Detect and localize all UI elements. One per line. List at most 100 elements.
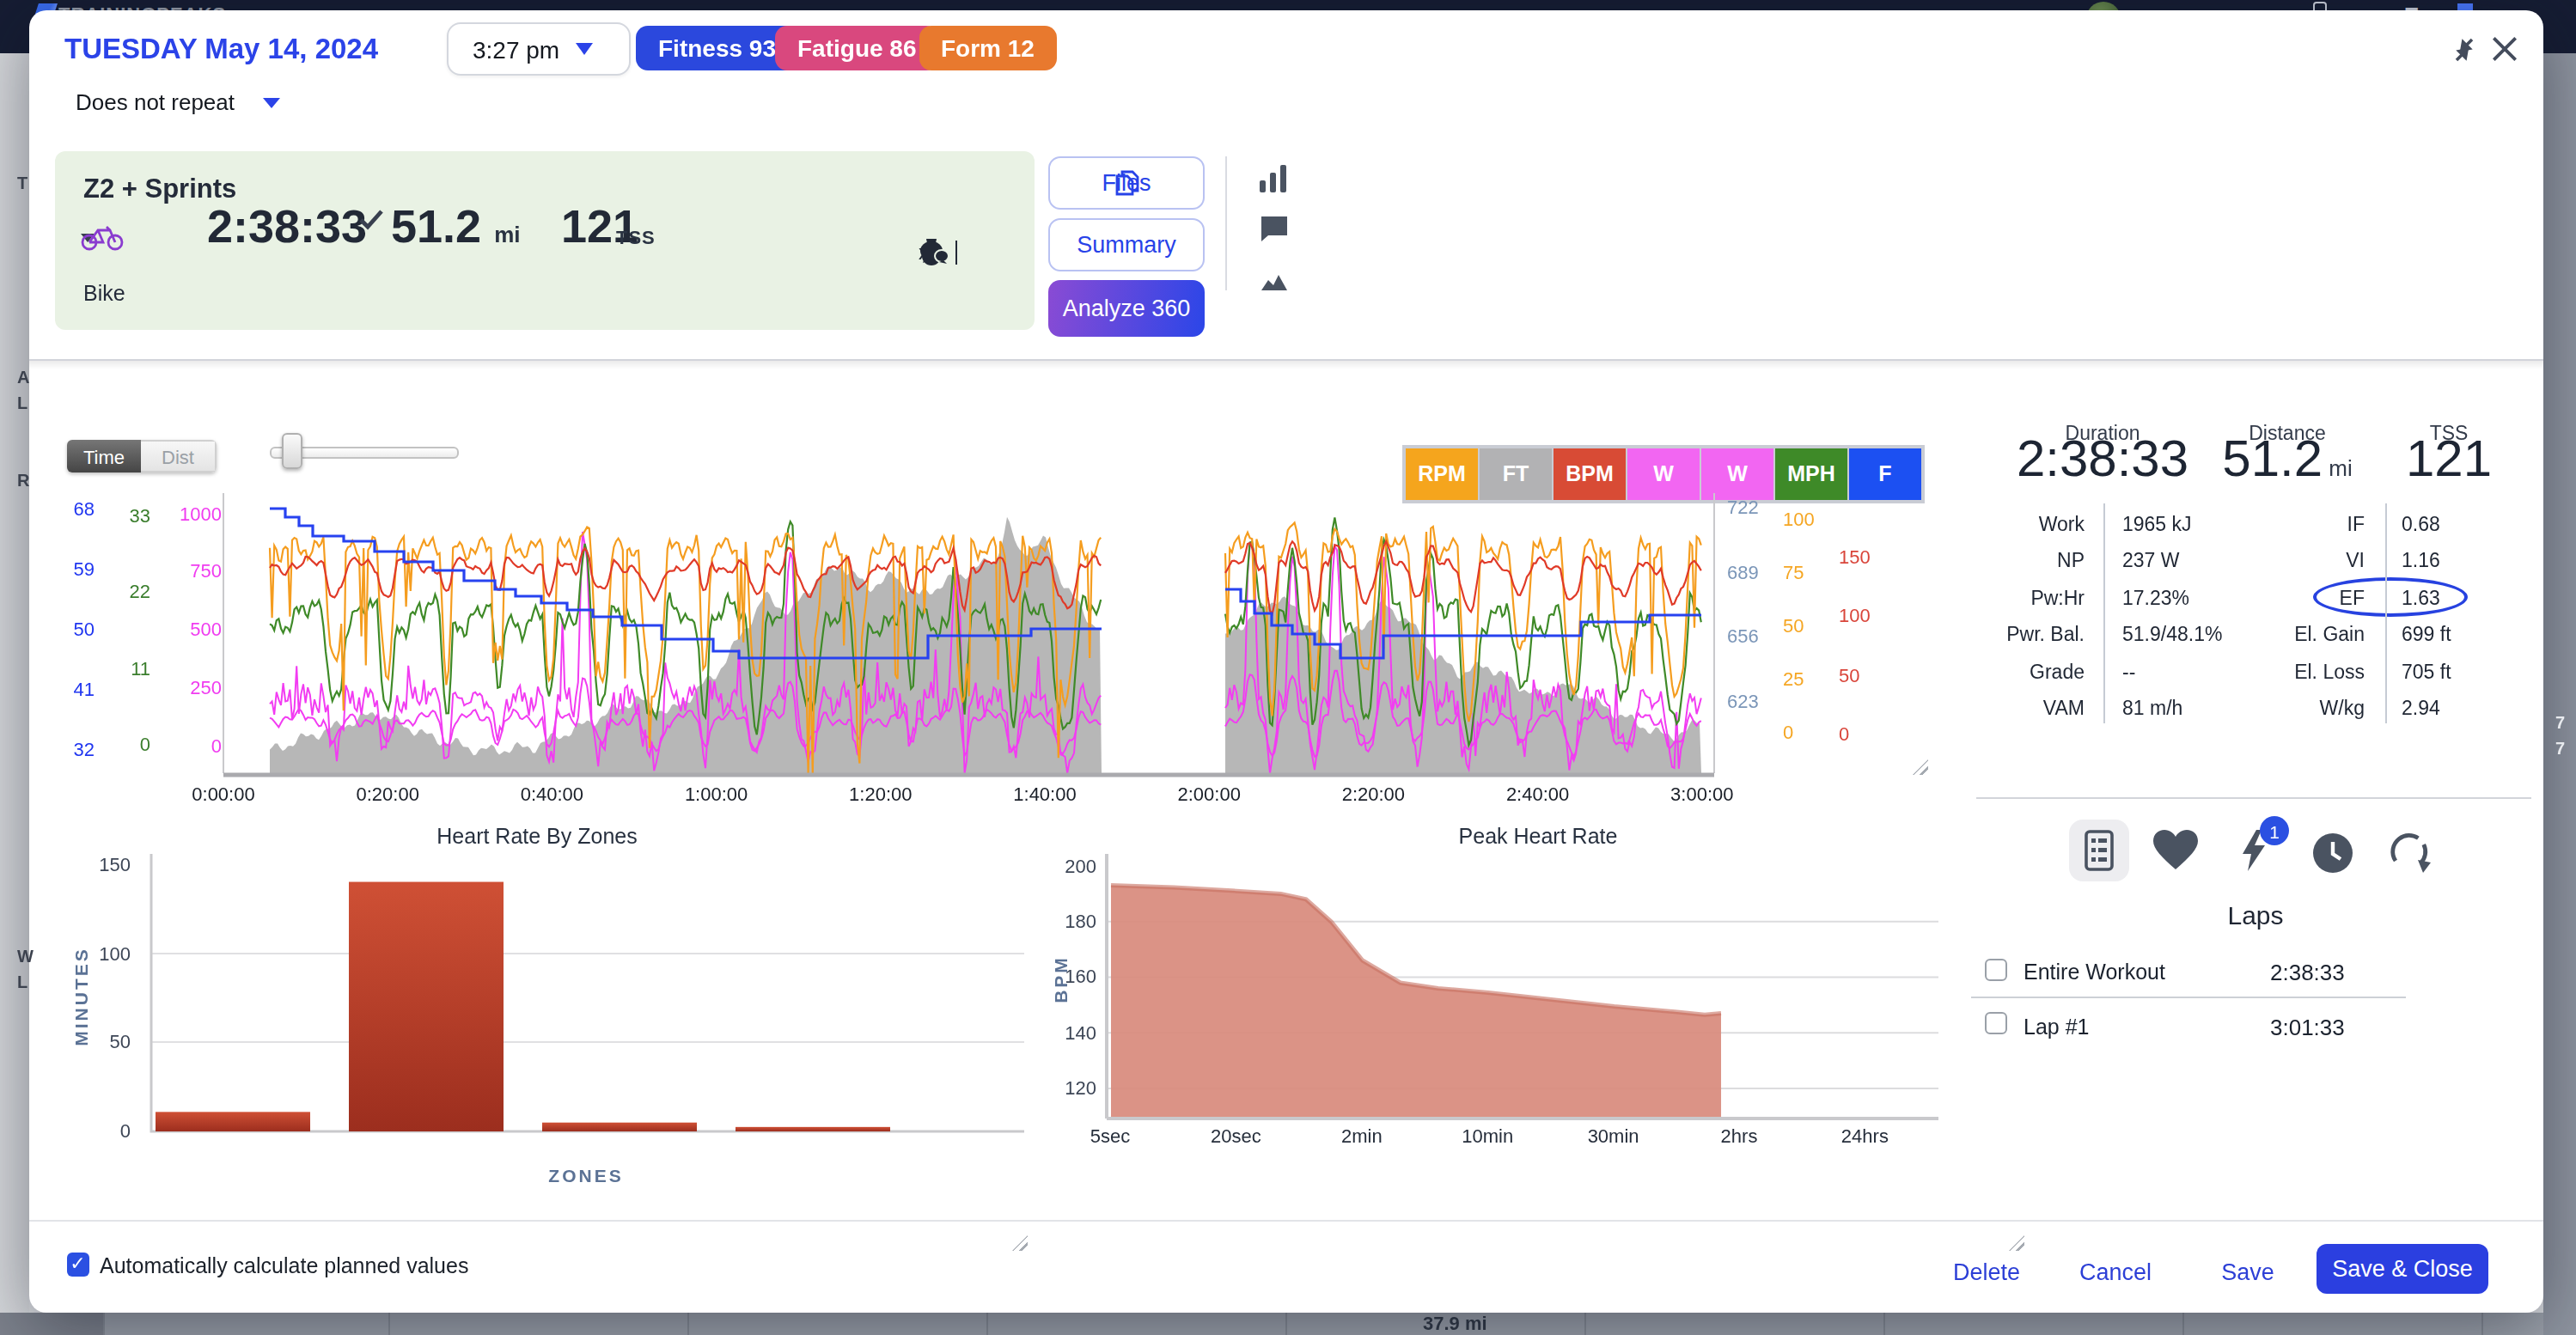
summary-button[interactable]: Summary bbox=[1048, 217, 1205, 271]
background-calendar-line bbox=[2481, 1313, 2483, 1335]
axis-label-w: 750 bbox=[153, 561, 222, 582]
background-right-text: 7 bbox=[2555, 713, 2565, 732]
axis-label-f: 50 bbox=[26, 618, 95, 638]
stat-label: EF bbox=[2208, 587, 2365, 607]
x-axis-label: 1:20:00 bbox=[829, 783, 932, 804]
peak-x-tick: 2min bbox=[1314, 1125, 1410, 1146]
axis-label-mph: 0 bbox=[82, 734, 150, 754]
sport-label: Bike bbox=[83, 282, 125, 306]
background-calendar-line bbox=[102, 1313, 104, 1335]
save-close-button[interactable]: Save & Close bbox=[2317, 1244, 2488, 1294]
axis-label-bpm: 50 bbox=[1839, 664, 1860, 685]
axis-label-ft: 623 bbox=[1727, 691, 1759, 711]
stat-label: VAM bbox=[1950, 698, 2085, 718]
workout-distance: 51.2 mi bbox=[391, 201, 521, 254]
badge-fitness[interactable]: Fitness 93 bbox=[636, 26, 798, 70]
stat-label: Grade bbox=[1950, 661, 2085, 681]
x-axis-label: 0:40:00 bbox=[500, 783, 603, 804]
collapse-icon[interactable] bbox=[2449, 34, 2480, 65]
axis-label-ft: 722 bbox=[1727, 496, 1759, 516]
lap-checkbox[interactable] bbox=[1985, 1012, 2007, 1034]
peak-heart-rate-chart[interactable] bbox=[1106, 854, 1939, 1120]
close-icon[interactable] bbox=[2488, 33, 2521, 65]
auto-calc-checkbox[interactable]: ✓ bbox=[66, 1253, 89, 1276]
background-sidebar-text: A bbox=[17, 368, 29, 387]
peak-y-tick: 180 bbox=[1035, 911, 1096, 931]
comment-icon[interactable] bbox=[1260, 215, 1289, 242]
chart-icon[interactable] bbox=[1260, 165, 1287, 194]
background-calendar-line bbox=[1285, 1313, 1287, 1335]
analyze-360-button[interactable]: Analyze 360 bbox=[1048, 280, 1205, 337]
axis-label-rpm: 75 bbox=[1783, 562, 1804, 582]
lap-value: 2:38:33 bbox=[2270, 959, 2345, 984]
heart-icon[interactable] bbox=[2153, 830, 2198, 869]
refresh-icon[interactable] bbox=[2389, 830, 2432, 873]
x-axis-label: 3:00:00 bbox=[1651, 783, 1754, 804]
repeat-select[interactable]: Does not repeat bbox=[76, 89, 279, 115]
laps-list-icon[interactable] bbox=[2068, 819, 2128, 881]
bike-icon[interactable] bbox=[80, 225, 123, 251]
zone-bar bbox=[348, 882, 503, 1131]
workout-tss-unit: TSS bbox=[616, 227, 656, 247]
stat-value: 1.63 bbox=[2402, 587, 2440, 607]
legend-mph[interactable]: MPH bbox=[1775, 448, 1847, 499]
x-axis-label: 1:00:00 bbox=[665, 783, 768, 804]
peak-x-tick: 30min bbox=[1566, 1125, 1662, 1146]
axis-label-f: 59 bbox=[26, 558, 95, 578]
date-label[interactable]: TUESDAY May 14, 2024 bbox=[64, 33, 378, 65]
legend-f[interactable]: F bbox=[1849, 448, 1921, 499]
divider bbox=[1224, 156, 1226, 290]
peak-y-tick: 120 bbox=[1035, 1077, 1096, 1098]
divider bbox=[1976, 797, 2531, 799]
axis-label-w: 250 bbox=[153, 677, 222, 698]
clock-icon[interactable] bbox=[2313, 833, 2353, 873]
heart-rate-zones-chart[interactable] bbox=[150, 854, 1023, 1134]
stat-value: 1.16 bbox=[2402, 550, 2440, 570]
legend-bpm[interactable]: BPM bbox=[1554, 448, 1626, 499]
stat-label: NP bbox=[1950, 550, 2085, 570]
axis-label-rpm: 100 bbox=[1783, 509, 1815, 529]
zoom-slider-handle[interactable] bbox=[282, 433, 302, 469]
axis-label-rpm: 25 bbox=[1783, 668, 1804, 689]
stat-label: Pwr. Bal. bbox=[1950, 624, 2085, 644]
badge-fatigue[interactable]: Fatigue 86 bbox=[775, 26, 939, 70]
workout-card: Z2 + Sprints 2:38:33 51.2 mi 121 TSS x1 bbox=[54, 151, 1034, 330]
comments-icon[interactable] bbox=[919, 241, 948, 265]
axis-label-mph: 22 bbox=[82, 581, 150, 601]
x-axis-label: 2:40:00 bbox=[1486, 783, 1590, 804]
legend-ft[interactable]: FT bbox=[1480, 448, 1552, 499]
files-button[interactable]: Files bbox=[1048, 156, 1205, 210]
auto-calc-label: Automatically calculate planned values bbox=[100, 1254, 468, 1278]
peak-x-tick: 2hrs bbox=[1691, 1125, 1787, 1146]
badge-form[interactable]: Form 12 bbox=[919, 26, 1057, 70]
legend-w[interactable]: W bbox=[1627, 448, 1700, 499]
zones-x-axis-title: ZONES bbox=[548, 1165, 623, 1186]
background-calendar-line bbox=[1883, 1313, 1885, 1335]
stat-big-value: 121 bbox=[2406, 430, 2492, 488]
save-button[interactable]: Save bbox=[2221, 1259, 2274, 1285]
toggle-time[interactable]: Time bbox=[67, 440, 141, 472]
delete-button[interactable]: Delete bbox=[1953, 1259, 2020, 1285]
legend-rpm[interactable]: RPM bbox=[1406, 448, 1478, 499]
laps-title: Laps bbox=[2227, 900, 2283, 930]
background-sidebar-text: L bbox=[17, 393, 27, 412]
elevation-icon[interactable] bbox=[1261, 273, 1287, 290]
legend-w[interactable]: W bbox=[1701, 448, 1773, 499]
background-sidebar-text: L bbox=[17, 972, 27, 991]
divider bbox=[2103, 503, 2105, 723]
lap-checkbox[interactable] bbox=[1985, 958, 2007, 980]
background-calendar-strip: 37.9 mi bbox=[0, 1313, 2543, 1335]
toggle-dist[interactable]: Dist bbox=[141, 440, 217, 472]
axis-label-w: 0 bbox=[153, 735, 222, 755]
peak-y-tick: 160 bbox=[1035, 966, 1096, 987]
stat-label: El. Gain bbox=[2208, 624, 2365, 644]
background-right-strip bbox=[2543, 53, 2576, 1335]
check-icon bbox=[357, 208, 384, 232]
background-right-text: 7 bbox=[2555, 739, 2565, 758]
zones-y-tick: 0 bbox=[69, 1120, 131, 1141]
time-select[interactable]: 3:27 pm bbox=[447, 22, 631, 76]
stat-value: -- bbox=[2122, 661, 2135, 681]
main-activity-chart[interactable] bbox=[223, 493, 1715, 778]
zone-bar bbox=[541, 1123, 696, 1131]
cancel-button[interactable]: Cancel bbox=[2079, 1259, 2152, 1285]
